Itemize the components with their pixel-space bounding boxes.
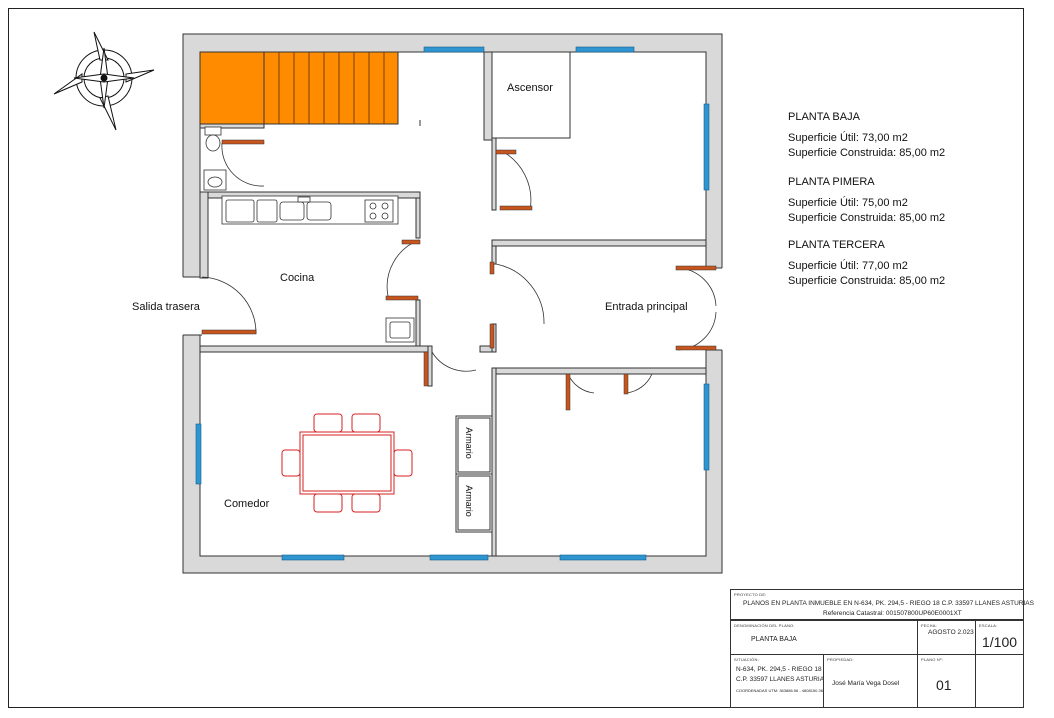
tb-fecha: FECHA: AGOSTO 2.023 [917,620,976,655]
floor-util: Superficie Útil: 73,00 m2 [788,132,908,144]
tb-denominacion-text: PLANTA BAJA [751,636,797,643]
dining-table [281,413,413,513]
armarios [455,415,493,533]
floor-construida: Superficie Construida: 85,00 m2 [788,212,946,224]
tb-plano: PLANO Nº: 01 [917,654,976,708]
armario-label-2: Armario [463,485,474,517]
floor-construida: Superficie Construida: 85,00 m2 [788,275,946,287]
tb-caption: PROPIEDAD: [827,657,854,662]
tb-referencia-text: Referencia Catastral: 001507800UP60E0001… [823,610,962,617]
tb-caption: PLANO Nº: [921,657,943,662]
room-label-ascensor: Ascensor [507,82,553,94]
tb-caption: ESCALA: [979,623,998,628]
floor-name: PLANTA PIMERA [788,176,875,188]
bathroom-fixtures [203,126,227,191]
tb-situacion-line1: N-634, PK. 294,5 - RIEGO 18 [736,666,822,673]
room-label-entrada-principal: Entrada principal [605,301,688,313]
tb-caption: PROYECTO DE: [734,592,767,597]
staircase [199,51,399,125]
tb-escala: ESCALA: 1/100 [975,620,1024,655]
floor-info-planta-pimera: PLANTA PIMERA Superficie Útil: 75,00 m2 … [788,175,945,226]
ascensor-box [491,51,571,139]
compass-rose-icon [53,31,155,131]
tb-escala-text: 1/100 [982,634,1018,650]
floor-construida: Superficie Construida: 85,00 m2 [788,147,946,159]
tb-caption: SITUACIÓN: [734,657,759,662]
tb-coordenadas: COORDENADAS UTM: 363886.56 - 4808150.36 [736,688,823,693]
room-label-salida-trasera: Salida trasera [132,301,200,313]
room-label-cocina: Cocina [280,272,315,284]
tb-plano-text: 01 [936,677,952,693]
tb-situacion-line2: C.P. 33597 LLANES ASTURIAS [736,676,829,683]
tb-propiedad: PROPIEDAD: José María Vega Dosel [823,654,918,708]
floor-util: Superficie Útil: 77,00 m2 [788,260,908,272]
floor-name: PLANTA BAJA [788,111,860,123]
tb-fecha-text: AGOSTO 2.023 [928,629,974,636]
tb-caption: DENOMINACIÓN DEL PLANO: [734,623,795,628]
floor-info-planta-baja: PLANTA BAJA Superficie Útil: 73,00 m2 Su… [788,110,945,161]
tb-empty-cell [975,654,1024,708]
floor-name: PLANTA TERCERA [788,239,885,251]
tb-caption: FECHA: [921,623,937,628]
tb-propiedad-text: José María Vega Dosel [832,680,900,687]
floor-util: Superficie Útil: 75,00 m2 [788,197,908,209]
armario-label-1: Armario [463,427,474,459]
tb-proyecto-text: PLANOS EN PLANTA INMUEBLE EN N-634, PK. … [743,600,1034,607]
front-door-opening [704,268,724,350]
floor-info-planta-tercera: PLANTA TERCERA Superficie Útil: 77,00 m2… [788,238,945,289]
tb-denominacion: DENOMINACIÓN DEL PLANO: PLANTA BAJA [730,620,918,655]
tb-situacion: SITUACIÓN: N-634, PK. 294,5 - RIEGO 18 C… [730,654,828,708]
kitchen-counter [221,195,415,343]
door-swings [201,142,717,394]
room-label-comedor: Comedor [224,498,270,510]
tb-proyecto: PROYECTO DE: PLANOS EN PLANTA INMUEBLE E… [730,589,1034,620]
